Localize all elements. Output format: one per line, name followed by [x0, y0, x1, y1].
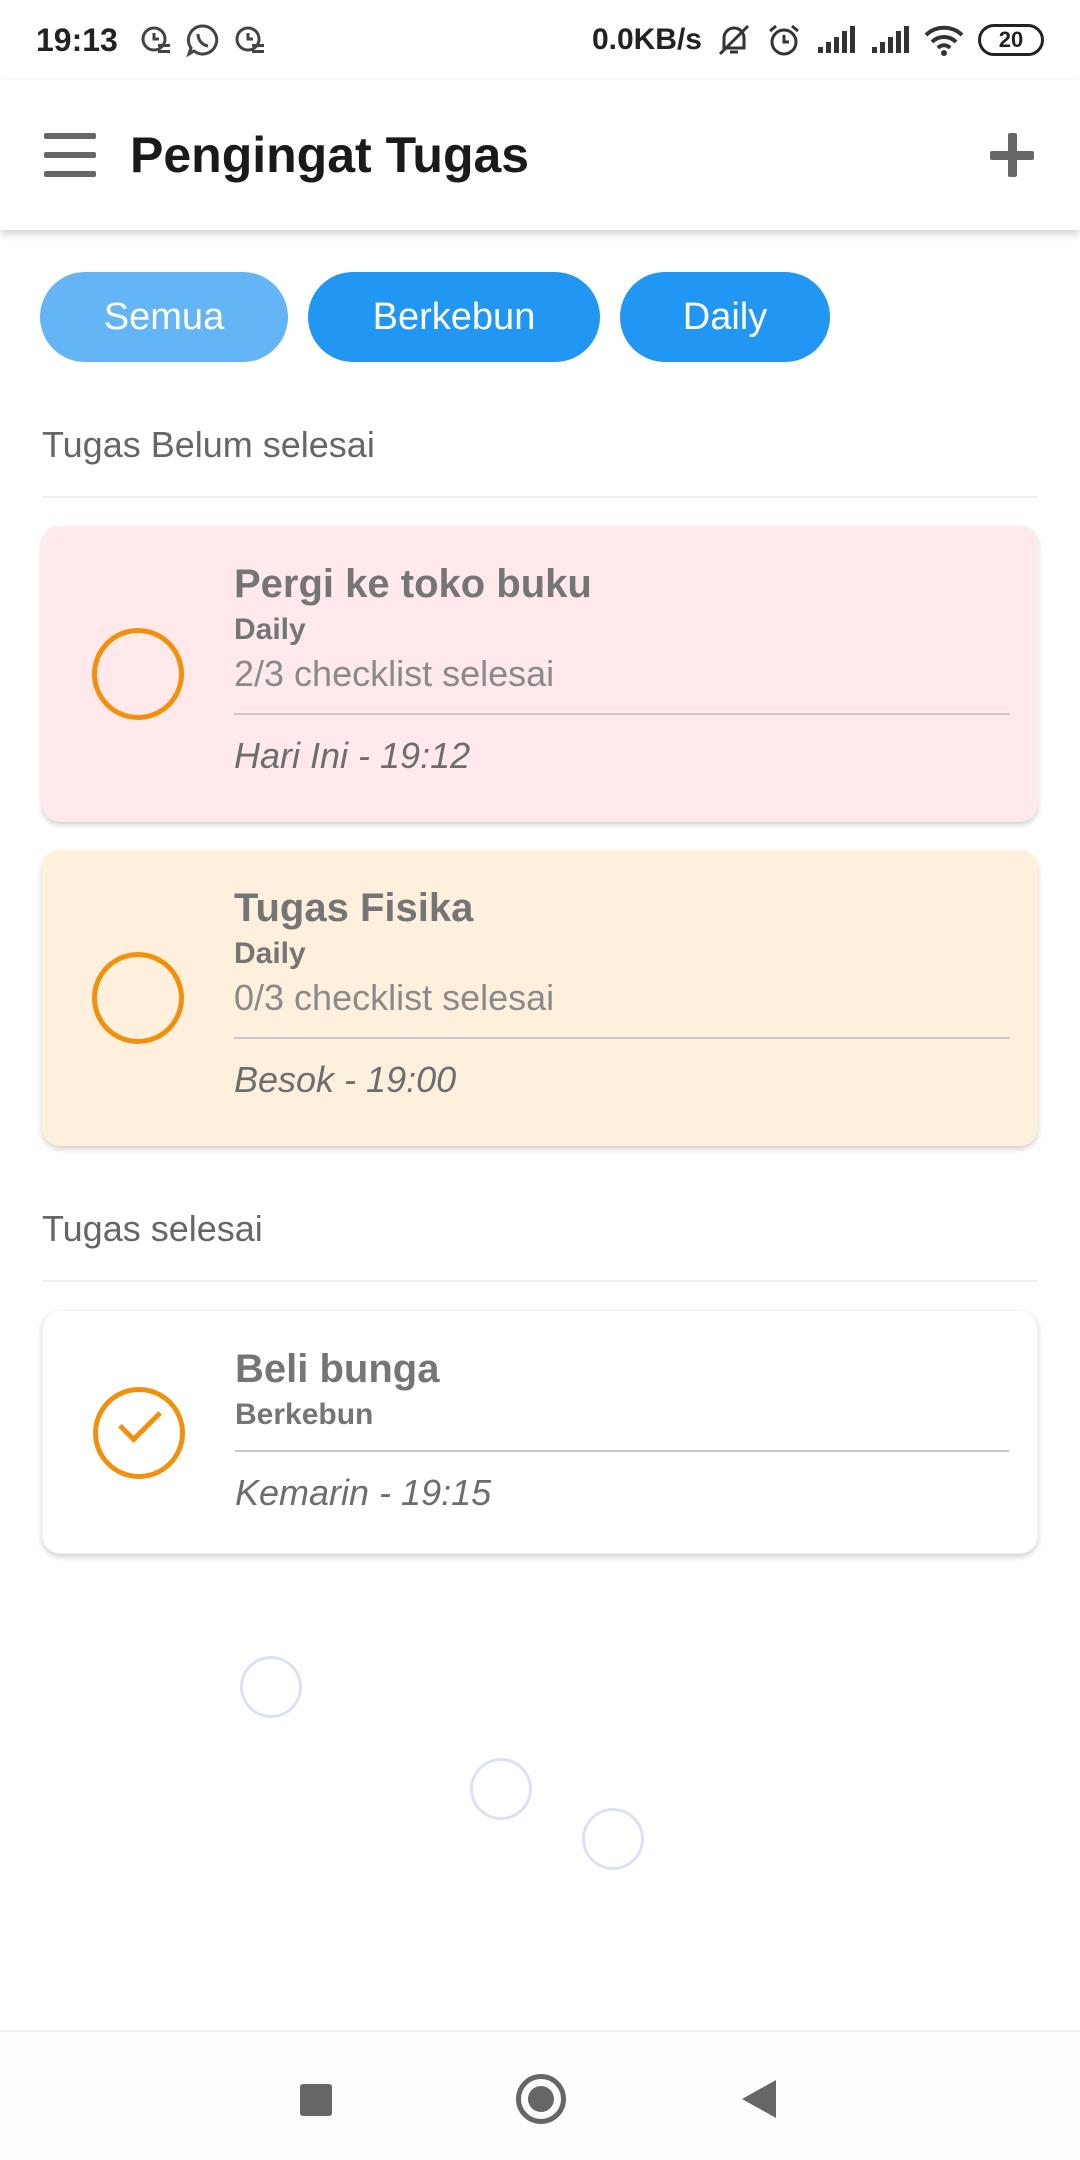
task-card[interactable]: Tugas Fisika Daily 0/3 checklist selesai… [42, 850, 1038, 1146]
task-title: Pergi ke toko buku [234, 562, 592, 606]
app-bar: Pengingat Tugas [0, 80, 1080, 230]
whatsapp-icon [186, 23, 220, 57]
task-due-time: Besok - 19:00 [234, 1059, 457, 1100]
task-divider [234, 1037, 1010, 1039]
navigation-bar [0, 2030, 1080, 2160]
status-time: 19:13 [36, 21, 118, 58]
task-card[interactable]: Beli bunga Berkebun Kemarin - 19:15 [42, 1310, 1038, 1554]
menu-icon[interactable] [44, 133, 96, 177]
task-divider [235, 1450, 1009, 1452]
filter-chip-semua[interactable]: Semua [40, 272, 288, 362]
pending-section-title: Tugas Belum selesai [42, 424, 375, 465]
decorative-circle [470, 1758, 532, 1820]
home-icon[interactable] [516, 2074, 566, 2124]
task-due-time: Kemarin - 19:15 [235, 1472, 492, 1513]
signal-icon [816, 25, 856, 55]
task-category: Daily [234, 937, 306, 970]
section-divider [42, 496, 1038, 498]
task-checklist-progress: 0/3 checklist selesai [234, 977, 555, 1018]
checkmark-icon [118, 1399, 162, 1443]
unchecked-circle-icon[interactable] [92, 628, 184, 720]
task-divider [234, 713, 1010, 715]
unchecked-circle-icon[interactable] [92, 952, 184, 1044]
alarm-icon [766, 22, 802, 58]
decorative-circle [582, 1808, 644, 1870]
section-divider [42, 1280, 1038, 1282]
task-category: Berkebun [235, 1398, 374, 1431]
signal-icon [870, 25, 910, 55]
filter-chips: Semua Berkebun Daily [40, 272, 830, 362]
plus-icon[interactable] [988, 131, 1036, 179]
recents-icon[interactable] [300, 2084, 332, 2116]
page-title: Pengingat Tugas [130, 127, 530, 183]
filter-chip-daily[interactable]: Daily [620, 272, 830, 362]
status-bar: 19:13 0.0KB/s 20 [0, 0, 1080, 80]
task-category: Daily [234, 613, 306, 646]
task-due-time: Hari Ini - 19:12 [234, 735, 471, 776]
task-title: Tugas Fisika [234, 886, 474, 930]
task-title: Beli bunga [235, 1347, 440, 1391]
battery-icon: 20 [978, 24, 1044, 56]
clock-notification-icon [234, 24, 266, 56]
filter-chip-berkebun[interactable]: Berkebun [308, 272, 600, 362]
checked-circle-icon[interactable] [93, 1387, 185, 1479]
task-checklist-progress: 2/3 checklist selesai [234, 653, 555, 694]
wifi-icon [924, 24, 964, 56]
network-speed: 0.0KB/s [591, 23, 702, 56]
clock-notification-icon [140, 24, 172, 56]
back-icon[interactable] [742, 2080, 776, 2118]
mute-icon [716, 22, 752, 58]
decorative-circle [240, 1656, 302, 1718]
task-card[interactable]: Pergi ke toko buku Daily 2/3 checklist s… [42, 526, 1038, 822]
done-section-title: Tugas selesai [42, 1208, 263, 1249]
